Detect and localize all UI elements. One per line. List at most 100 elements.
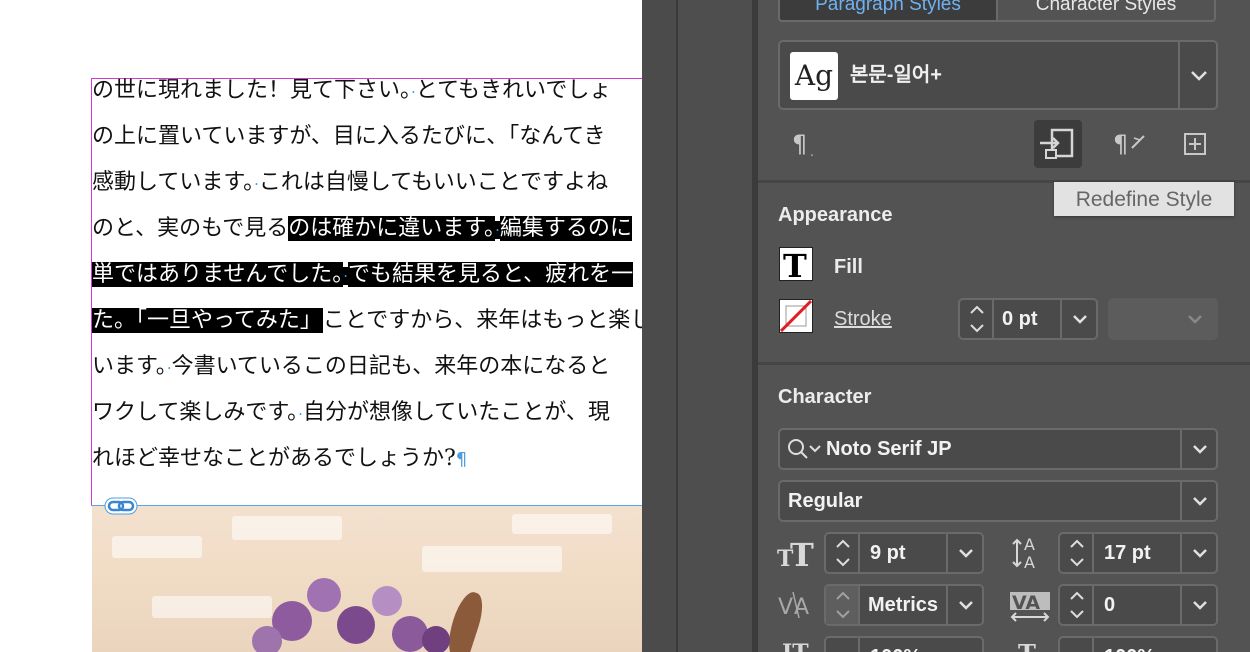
panel-dock-strip [642, 0, 676, 652]
kerning-field[interactable]: Metrics [824, 584, 984, 626]
svg-text:T: T [790, 536, 814, 572]
vertical-scale-field[interactable]: 100% [824, 636, 984, 652]
stepper-arrows-icon [1070, 591, 1084, 619]
font-size-stepper[interactable] [826, 534, 860, 572]
section-divider [758, 362, 1250, 365]
text-line: のと、実のもで見るのは確かに違います。·編集するのに [92, 216, 632, 241]
text-line: います。·今書いているこの日記も、来年の本になると [92, 354, 611, 379]
tab-paragraph-styles[interactable]: Paragraph Styles [780, 0, 998, 20]
style-preview: Ag [790, 52, 838, 100]
stroke-weight-field[interactable]: 0 pt [958, 298, 1098, 340]
text-line: た。「一旦やってみた」ことですから、来年はもっと楽し [92, 308, 642, 333]
document-canvas[interactable]: の世に現れました！見て下さい。·とてもきれいでしょ の上に置いていますが、目に入… [0, 0, 642, 652]
stroke-label[interactable]: Stroke [834, 308, 892, 331]
image-frame[interactable] [92, 506, 642, 652]
selected-text: た。「一旦やってみた」 [92, 308, 323, 333]
redefine-style-icon [1040, 128, 1074, 159]
kerning-dropdown[interactable] [946, 586, 982, 624]
fill-swatch[interactable]: T [779, 247, 813, 285]
chevron-down-icon [1193, 601, 1207, 610]
text-line: の上に置いていますが、目に入るたびに、「なんてき [92, 124, 606, 149]
horizontal-scale-field[interactable]: 100% [1058, 636, 1218, 652]
horizontal-scale-value: 100% [1104, 638, 1155, 652]
fill-label: Fill [834, 256, 863, 278]
leading-field[interactable]: 17 pt [1058, 532, 1218, 574]
font-size-field[interactable]: 9 pt [824, 532, 984, 574]
svg-text:A: A [1024, 553, 1035, 572]
font-size-icon: TT [777, 536, 814, 572]
paragraph-style-select[interactable]: Ag 본문-일어+ [778, 40, 1218, 110]
chevron-down-icon [1073, 315, 1087, 324]
link-icon[interactable] [104, 497, 138, 515]
font-style-value: Regular [788, 490, 863, 512]
selected-text: 単ではありませんでした。 [92, 262, 344, 287]
stepper-arrows-icon [970, 305, 984, 333]
tracking-value: 0 [1104, 594, 1116, 616]
kerning-value: Metrics [868, 594, 939, 616]
leading-dropdown[interactable] [1180, 534, 1216, 572]
no-stroke-icon [779, 299, 813, 333]
svg-text:¶: ¶ [1113, 130, 1128, 158]
font-style-select[interactable]: Regular [778, 480, 1218, 522]
text-line: 感動しています。·これは自慢してもいいことですよね [92, 170, 609, 195]
stroke-swatch[interactable] [779, 299, 813, 333]
selected-text: でも結果を見ると、疲れを一 [348, 262, 634, 287]
style-dropdown-button[interactable] [1178, 42, 1216, 108]
tooltip: Redefine Style [1054, 182, 1234, 216]
selected-text: のは確かに違います。 [288, 216, 496, 241]
tracking-icon: VA [1010, 592, 1050, 622]
stroke-weight-dropdown[interactable] [1060, 300, 1096, 338]
search-icon [788, 439, 821, 459]
chevron-down-icon [959, 601, 973, 610]
vertical-scale-icon: IT [782, 640, 809, 652]
font-family-field[interactable]: Noto Serif JP [778, 428, 1218, 470]
svg-text:¶: ¶ [792, 130, 807, 158]
font-family-value: Noto Serif JP [826, 438, 952, 460]
character-title: Character [778, 386, 872, 408]
text-fill-icon: T [783, 247, 807, 285]
svg-text:V: V [778, 595, 793, 620]
font-size-dropdown[interactable] [946, 534, 982, 572]
stroke-weight-stepper[interactable] [960, 300, 994, 338]
text-line: ワクして楽しみです。·自分が想像していたことが、現 [92, 400, 610, 425]
vertical-scale-value: 100% [870, 638, 921, 652]
kerning-stepper[interactable] [826, 586, 860, 624]
chevron-down-icon [1193, 445, 1207, 454]
svg-text:T: T [783, 248, 807, 280]
font-size-value: 9 pt [870, 542, 906, 564]
font-style-dropdown[interactable] [1180, 482, 1216, 520]
tracking-dropdown[interactable] [1180, 586, 1216, 624]
kerning-icon: VA [778, 591, 809, 620]
paragraph-clear-icon[interactable]: ¶. [788, 126, 824, 162]
stroke-type-select[interactable] [1108, 298, 1218, 340]
tracking-field[interactable]: 0 [1058, 584, 1218, 626]
text-line: 単ではありませんでした。·でも結果を見ると、疲れを一 [92, 262, 634, 287]
new-style-icon[interactable] [1178, 126, 1212, 162]
svg-text:VA: VA [1012, 592, 1040, 614]
appearance-title: Appearance [778, 204, 893, 226]
chevron-down-icon [1193, 549, 1207, 558]
chevron-down-icon [959, 549, 973, 558]
svg-text:IT: IT [782, 640, 809, 652]
text-line: れほど幸せなことがあるでしょうか?¶ [92, 446, 468, 471]
style-tabs: Paragraph Styles Character Styles [778, 0, 1216, 22]
leading-stepper[interactable] [1060, 534, 1094, 572]
redefine-style-button[interactable] [1034, 120, 1082, 168]
svg-text:.: . [810, 145, 814, 159]
stepper-arrows-icon [836, 539, 850, 567]
tab-character-styles[interactable]: Character Styles [998, 0, 1214, 20]
leading-value: 17 pt [1104, 542, 1151, 564]
horizontal-scale-icon: T [1018, 639, 1036, 652]
tracking-stepper[interactable] [1060, 586, 1094, 624]
text-line: の世に現れました！見て下さい。·とてもきれいでしょ [92, 78, 612, 103]
chevron-down-icon [1193, 497, 1207, 506]
text-content[interactable]: の世に現れました！見て下さい。·とてもきれいでしょ の上に置いていますが、目に入… [92, 68, 642, 482]
stepper-arrows-icon [836, 591, 850, 619]
svg-text:T: T [1018, 639, 1036, 652]
stroke-weight-value: 0 pt [1002, 308, 1038, 330]
paragraph-style-value: 본문-일어+ [850, 64, 942, 86]
selected-text: 編集するのに [499, 216, 632, 241]
break-link-icon[interactable]: ¶ [1110, 126, 1150, 162]
font-family-dropdown[interactable] [1180, 430, 1216, 468]
stepper-arrows-icon [1070, 539, 1084, 567]
